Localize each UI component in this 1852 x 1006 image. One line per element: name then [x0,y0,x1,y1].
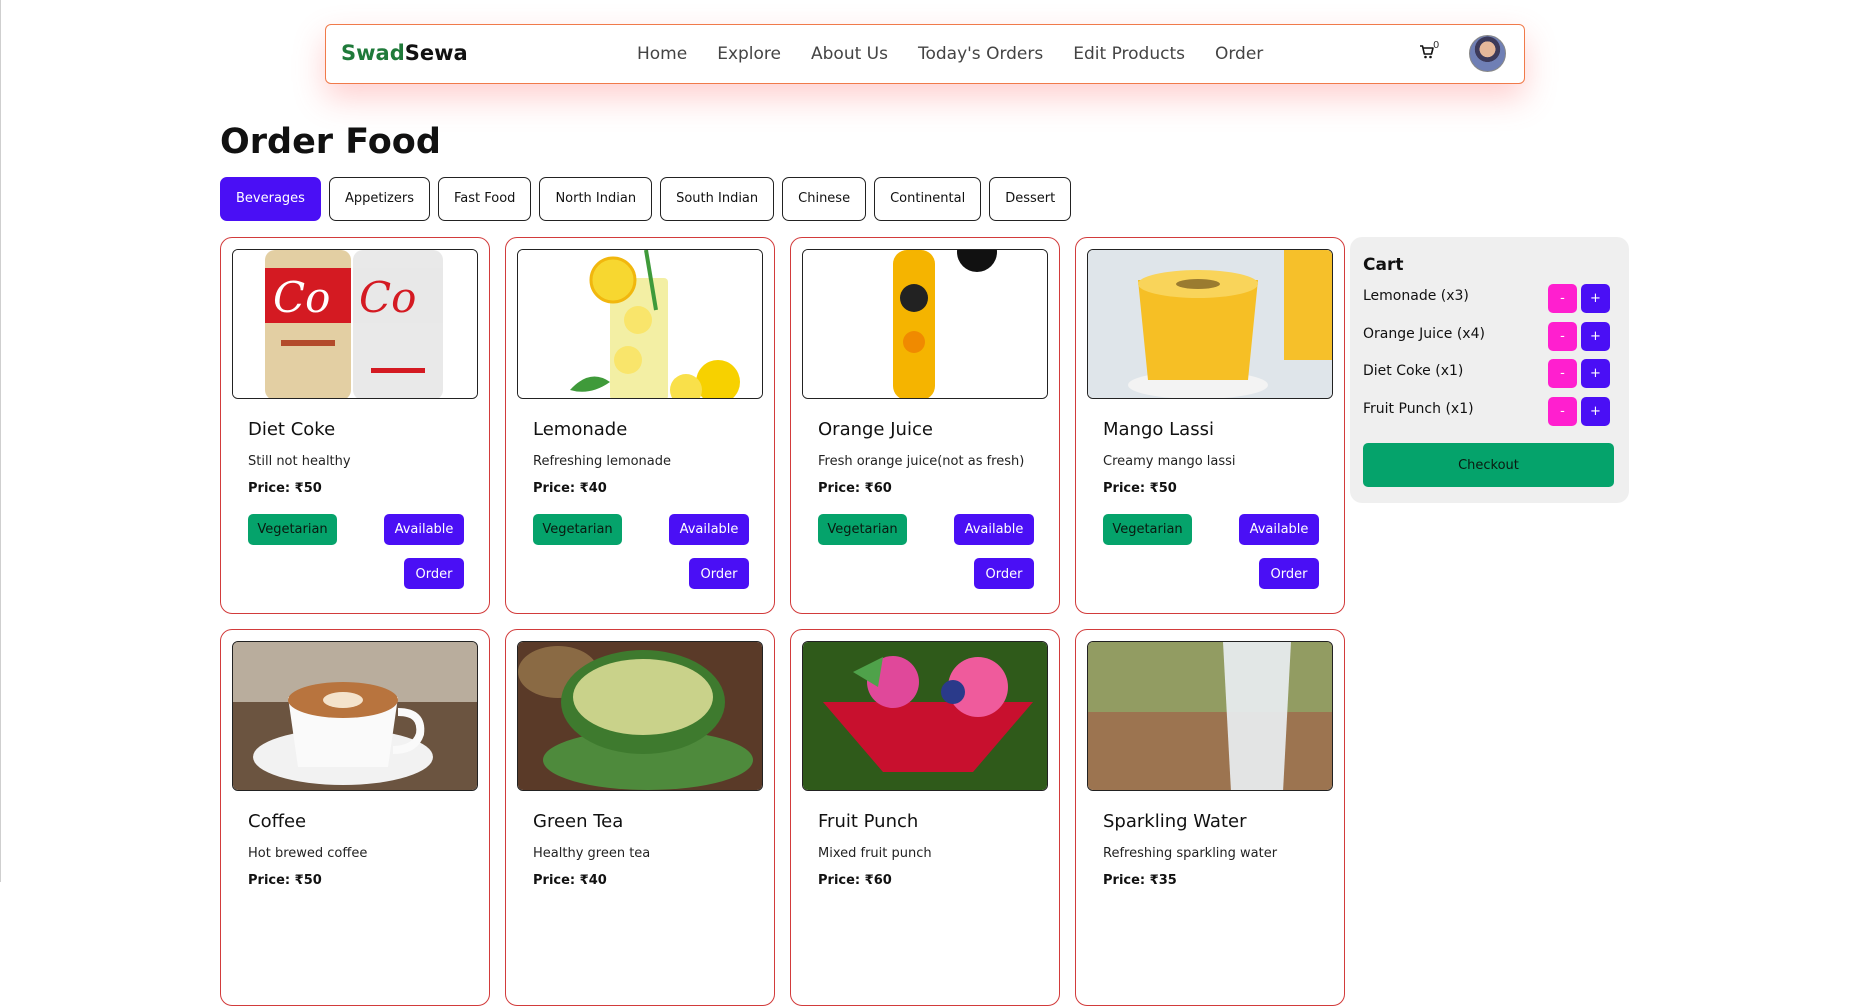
juice-bottle-image [802,249,1048,399]
order-button[interactable]: Order [1259,558,1319,589]
sparkling-water-image [1087,641,1333,791]
product-card: Sparkling Water Refreshing sparkling wat… [1075,629,1345,1006]
cart-item-label: Orange Juice (x4) [1363,326,1485,342]
product-name: Coffee [248,811,307,832]
tab-chinese[interactable]: Chinese [782,177,867,221]
nav-home[interactable]: Home [637,44,687,64]
tab-fast-food[interactable]: Fast Food [438,177,532,221]
green-tea-image [517,641,763,791]
cart-count-badge: 0 [1433,40,1440,51]
availability-badge: Available [1239,514,1319,545]
product-name: Mango Lassi [1103,419,1214,440]
product-price: Price: ₹60 [818,481,892,496]
product-card: Co Co Diet Coke Still not healthy Price:… [220,237,490,614]
nav-todays-orders[interactable]: Today's Orders [918,44,1043,64]
lemonade-image [517,249,763,399]
checkout-button[interactable]: Checkout [1363,443,1614,487]
product-description: Creamy mango lassi [1103,454,1236,469]
nav-links: Home Explore About Us Today's Orders Edi… [637,44,1293,64]
decrease-quantity-button[interactable]: - [1548,359,1577,388]
cart-item-label: Lemonade (x3) [1363,288,1469,304]
tab-dessert[interactable]: Dessert [989,177,1072,221]
brand-part1: Swad [341,41,405,65]
page-title: Order Food [220,122,441,162]
product-price: Price: ₹50 [248,481,322,496]
cart-item-label: Diet Coke (x1) [1363,363,1464,379]
cart-title: Cart [1363,255,1404,275]
product-price: Price: ₹40 [533,873,607,888]
tab-beverages[interactable]: Beverages [220,177,321,221]
order-button[interactable]: Order [689,558,749,589]
product-price: Price: ₹60 [818,873,892,888]
brand-part2: Sewa [404,41,468,65]
increase-quantity-button[interactable]: + [1581,359,1610,388]
product-name: Sparkling Water [1103,811,1247,832]
tab-appetizers[interactable]: Appetizers [328,177,430,221]
order-button[interactable]: Order [404,558,464,589]
product-price: Price: ₹35 [1103,873,1177,888]
product-card: Mango Lassi Creamy mango lassi Price: ₹5… [1075,237,1345,614]
product-description: Hot brewed coffee [248,846,368,861]
navbar: SwadSewa Home Explore About Us Today's O… [325,24,1525,84]
category-tabs: Beverages Appetizers Fast Food North Ind… [220,177,1079,221]
tab-continental[interactable]: Continental [874,177,982,221]
decrease-quantity-button[interactable]: - [1548,397,1577,426]
order-button[interactable]: Order [974,558,1034,589]
cart-item-label: Fruit Punch (x1) [1363,401,1474,417]
vegetarian-badge: Vegetarian [248,514,337,545]
product-description: Refreshing sparkling water [1103,846,1278,861]
product-card: Green Tea Healthy green tea Price: ₹40 [505,629,775,1006]
product-description: Refreshing lemonade [533,454,672,469]
product-description: Mixed fruit punch [818,846,932,861]
user-avatar[interactable] [1469,35,1506,72]
decrease-quantity-button[interactable]: - [1548,322,1577,351]
nav-edit-products[interactable]: Edit Products [1073,44,1185,64]
availability-badge: Available [384,514,464,545]
nav-explore[interactable]: Explore [717,44,781,64]
product-card: Orange Juice Fresh orange juice(not as f… [790,237,1060,614]
mango-lassi-image [1087,249,1333,399]
svg-text:Co: Co [273,273,330,322]
product-name: Fruit Punch [818,811,919,832]
product-description: Healthy green tea [533,846,651,861]
product-name: Diet Coke [248,419,336,440]
product-description: Still not healthy [248,454,351,469]
tab-north-indian[interactable]: North Indian [539,177,653,221]
nav-order[interactable]: Order [1215,44,1263,64]
increase-quantity-button[interactable]: + [1581,397,1610,426]
product-description: Fresh orange juice(not as fresh) [818,454,1025,469]
vegetarian-badge: Vegetarian [1103,514,1192,545]
availability-badge: Available [669,514,749,545]
product-card: Fruit Punch Mixed fruit punch Price: ₹60 [790,629,1060,1006]
brand-logo[interactable]: SwadSewa [341,41,468,65]
product-name: Lemonade [533,419,628,440]
coffee-cup-image [232,641,478,791]
product-name: Orange Juice [818,419,933,440]
vegetarian-badge: Vegetarian [818,514,907,545]
product-card: Coffee Hot brewed coffee Price: ₹50 [220,629,490,1006]
vegetarian-badge: Vegetarian [533,514,622,545]
soda-cans-image: Co Co [232,249,478,399]
product-price: Price: ₹50 [1103,481,1177,496]
product-price: Price: ₹40 [533,481,607,496]
product-card: Lemonade Refreshing lemonade Price: ₹40 … [505,237,775,614]
increase-quantity-button[interactable]: + [1581,322,1610,351]
decrease-quantity-button[interactable]: - [1548,284,1577,313]
svg-text:Co: Co [359,273,416,322]
nav-about[interactable]: About Us [811,44,888,64]
fruit-punch-image [802,641,1048,791]
increase-quantity-button[interactable]: + [1581,284,1610,313]
product-name: Green Tea [533,811,624,832]
product-price: Price: ₹50 [248,873,322,888]
availability-badge: Available [954,514,1034,545]
cart-panel: Cart Lemonade (x3) - + Orange Juice (x4)… [1350,237,1629,503]
tab-south-indian[interactable]: South Indian [660,177,775,221]
